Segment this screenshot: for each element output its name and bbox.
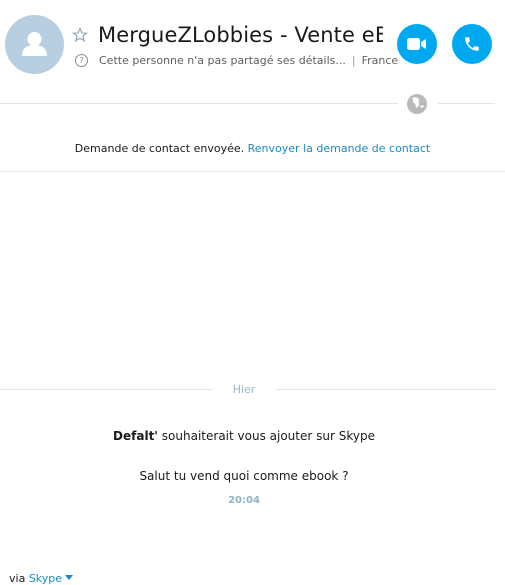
contact-request-notice: Demande de contact envoyée. Renvoyer la … — [0, 142, 505, 155]
help-icon[interactable]: ? — [75, 53, 88, 67]
conversation-header: MergueZLobbies - Vente eB... ? Cette per… — [0, 0, 505, 100]
header-divider-right — [438, 103, 495, 104]
contact-request-message: Defalt' souhaiterait vous ajouter sur Sk… — [0, 429, 488, 443]
avatar-placeholder-icon — [22, 32, 47, 56]
phone-icon — [465, 37, 479, 51]
notice-divider — [0, 171, 505, 172]
message-body: Salut tu vend quoi comme ebook ? — [139, 469, 349, 483]
contact-name[interactable]: MergueZLobbies - Vente eB... — [98, 23, 383, 47]
star-icon[interactable] — [71, 27, 89, 43]
notice-text: Demande de contact envoyée. — [74, 142, 248, 155]
message-request-text: souhaiterait vous ajouter sur Skype — [157, 429, 375, 443]
send-via-selector: via Skype — [9, 572, 74, 585]
audio-call-button[interactable] — [452, 24, 492, 64]
message-timestamp: 20:04 — [228, 495, 260, 506]
channel-label: Skype — [28, 572, 63, 585]
resend-contact-request-link[interactable]: Renvoyer la demande de contact — [248, 142, 431, 155]
globe-icon[interactable] — [406, 93, 428, 115]
chevron-down-icon — [65, 575, 74, 580]
contact-status-row: ? Cette personne n'a pas partagé ses dét… — [75, 52, 398, 68]
video-camera-icon — [407, 38, 426, 50]
channel-select[interactable]: Skype — [28, 572, 74, 585]
video-call-button[interactable] — [397, 24, 437, 64]
day-divider-right — [276, 389, 496, 390]
contact-location: France — [361, 53, 399, 67]
contact-status: Cette personne n'a pas partagé ses détai… — [99, 53, 346, 67]
contact-avatar[interactable] — [5, 15, 64, 74]
message-sender: Defalt' — [113, 429, 158, 443]
header-divider-left — [0, 103, 398, 104]
status-separator: | — [351, 53, 356, 67]
via-label: via — [9, 572, 29, 585]
